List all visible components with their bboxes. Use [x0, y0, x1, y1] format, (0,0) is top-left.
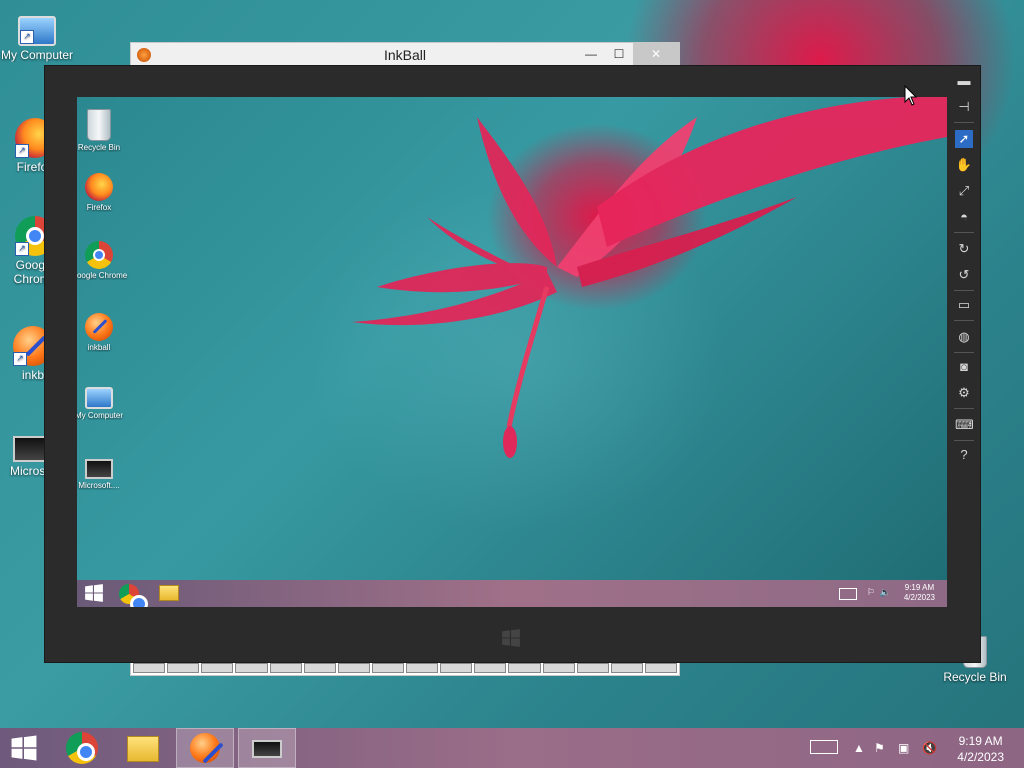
chrome-icon[interactable]	[119, 584, 148, 607]
remote-viewer-window[interactable]: Recycle Bin Firefox Google Chrome inkbal…	[45, 66, 980, 662]
pin-icon[interactable]: ⊣	[955, 98, 973, 116]
start-button[interactable]	[0, 728, 48, 768]
file-explorer-icon	[127, 736, 159, 762]
keyboard-icon[interactable]	[810, 740, 838, 754]
maximize-button[interactable]: ☐	[605, 43, 633, 65]
inner-icon-label: Google Chrome	[77, 271, 128, 280]
taskbar: ▲ ⚑ ▣ 🔇 9:19 AM 4/2/2023	[0, 728, 1024, 768]
windows-start-icon	[11, 735, 37, 761]
resize-icon[interactable]: ⤢	[955, 182, 973, 200]
inkball-board-wall	[133, 663, 677, 673]
inner-icon-label: Firefox	[86, 203, 112, 212]
clock-date: 4/2/2023	[957, 750, 1004, 764]
close-button[interactable]: ✕	[633, 43, 679, 65]
keyboard-icon[interactable]	[839, 588, 857, 600]
desktop-icon-my-computer[interactable]: ↗ My Computer	[0, 10, 74, 62]
display-icon[interactable]: ▭	[955, 296, 973, 314]
inner-icon-inkball[interactable]: inkball	[77, 313, 129, 352]
taskbar-file-explorer[interactable]	[114, 728, 172, 768]
inner-clock[interactable]: 9:19 AM 4/2/2023	[904, 583, 935, 603]
desktop-icon-label: My Computer	[0, 48, 74, 62]
action-center-flag-icon[interactable]: ⚑	[874, 740, 885, 756]
inner-icon-label: Microsoft....	[78, 481, 120, 490]
inner-icon-firefox[interactable]: Firefox	[77, 173, 129, 212]
recycle-bin-icon	[87, 109, 111, 141]
chrome-icon	[85, 241, 113, 269]
rotate-left-icon[interactable]: ↺	[955, 266, 973, 284]
monitor-icon	[13, 436, 49, 462]
inner-icon-my-computer[interactable]: My Computer	[77, 381, 129, 420]
rotate-right-icon[interactable]: ↻	[955, 240, 973, 258]
desktop-icon-label: Recycle Bin	[943, 670, 1007, 684]
network-icon[interactable]: ▣	[898, 740, 909, 756]
inner-icon-label: My Computer	[77, 411, 123, 420]
inkball-icon	[190, 733, 220, 763]
windows-button-icon[interactable]	[501, 628, 521, 648]
inner-time: 9:19 AM	[904, 583, 935, 592]
chrome-icon	[66, 732, 98, 764]
globe-icon[interactable]: ◍	[955, 328, 973, 346]
help-icon[interactable]: ?	[955, 446, 973, 464]
inner-icon-recycle-bin[interactable]: Recycle Bin	[77, 105, 129, 152]
network-icon[interactable]: ⚐	[867, 587, 875, 598]
keyboard-icon[interactable]: ⌨	[955, 416, 974, 434]
monitor-icon	[85, 459, 113, 479]
clock[interactable]: 9:19 AM 4/2/2023	[957, 733, 1004, 765]
inner-taskbar: ⚐ 🔈 9:19 AM 4/2/2023	[77, 580, 947, 607]
inkball-icon	[85, 313, 113, 341]
volume-muted-icon[interactable]: 🔇	[922, 740, 937, 756]
minimize-button[interactable]: —	[577, 43, 605, 65]
file-explorer-icon[interactable]	[159, 585, 179, 601]
taskbar-chrome[interactable]	[54, 728, 112, 768]
remote-screen[interactable]: Recycle Bin Firefox Google Chrome inkbal…	[77, 97, 947, 607]
inner-icon-label: Recycle Bin	[77, 143, 121, 152]
computer-icon	[85, 387, 113, 409]
clock-time: 9:19 AM	[958, 734, 1003, 748]
inner-date: 4/2/2023	[903, 593, 935, 602]
taskbar-remote-viewer[interactable]	[238, 728, 296, 768]
computer-icon: ↗	[18, 16, 56, 46]
inkball-titlebar[interactable]: InkBall — ☐ ✕	[131, 43, 679, 67]
taskbar-inkball[interactable]	[176, 728, 234, 768]
minimize-icon[interactable]: ▬	[955, 72, 973, 90]
mouse-cursor-icon	[904, 85, 918, 106]
pointer-icon[interactable]: ➚	[955, 130, 973, 148]
flower-wallpaper	[352, 97, 947, 458]
settings-icon[interactable]: ⚙	[955, 384, 973, 402]
hand-icon[interactable]: ✋	[955, 156, 973, 174]
monitor-icon	[252, 740, 282, 758]
firefox-icon	[85, 173, 113, 201]
viewer-toolbar: ▬ ⊣ ➚ ✋ ⤢ ◓ ↻ ↺ ▭ ◍ ◙ ⚙ ⌨ ?	[948, 66, 980, 662]
fit-icon[interactable]: ◓	[955, 208, 973, 226]
inner-icon-chrome[interactable]: Google Chrome	[77, 241, 129, 280]
volume-icon[interactable]: 🔈	[880, 587, 891, 598]
inner-icon-microsoft[interactable]: Microsoft....	[77, 451, 129, 490]
camera-icon[interactable]: ◙	[955, 358, 973, 376]
inner-icon-label: inkball	[87, 343, 111, 352]
windows-start-icon[interactable]	[83, 583, 105, 603]
show-hidden-icons-icon[interactable]: ▲	[853, 740, 865, 756]
